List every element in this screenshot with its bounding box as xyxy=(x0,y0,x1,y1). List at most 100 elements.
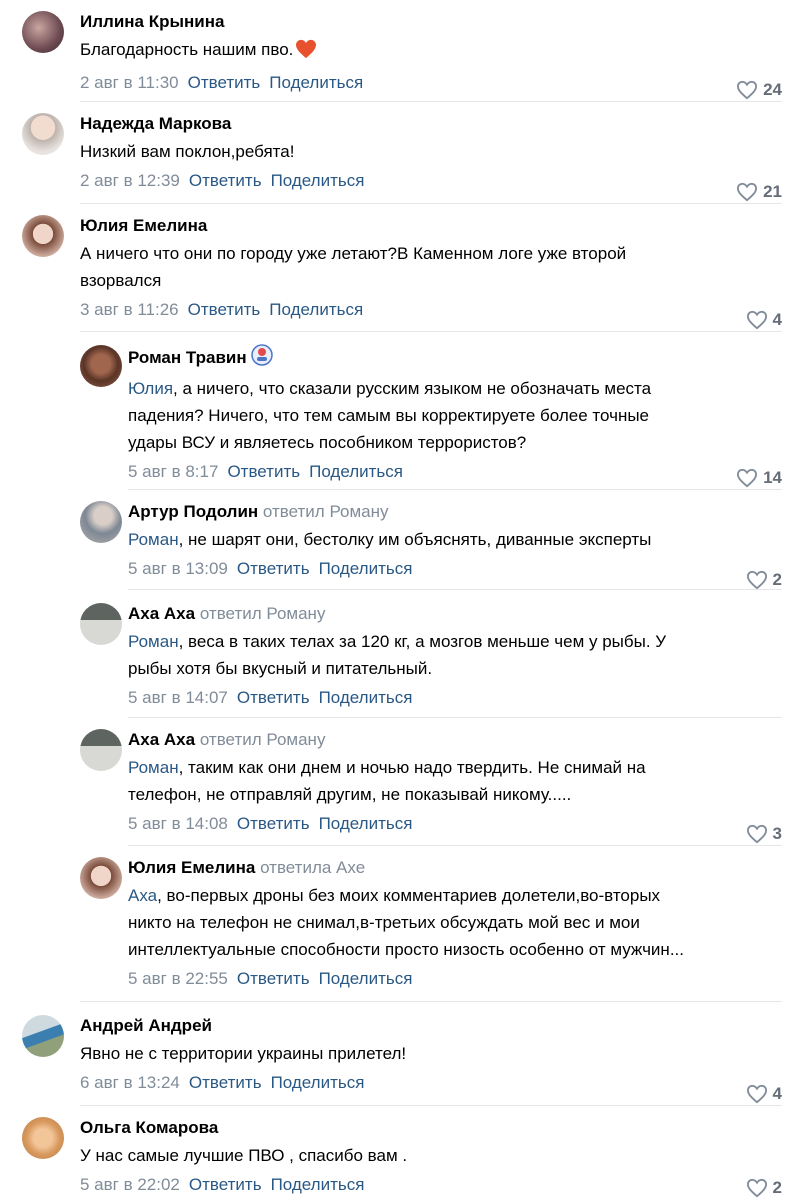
comment-author[interactable]: Аха Аха xyxy=(128,730,195,749)
mention-link[interactable]: Аха xyxy=(128,886,157,905)
esteem-badge-icon xyxy=(250,344,273,373)
reply-link[interactable]: Ответить xyxy=(237,969,310,988)
like-button[interactable]: 4 xyxy=(746,308,782,332)
comment-meta: 5 авг в 14:07 Ответить Поделиться xyxy=(128,686,782,710)
share-link[interactable]: Поделиться xyxy=(319,969,413,988)
replied-to[interactable]: ответил Роману xyxy=(200,730,326,749)
comment-meta: 5 авг в 14:08 Ответить Поделиться xyxy=(128,812,782,836)
heart-outline-icon xyxy=(737,80,758,100)
like-button[interactable]: 4 xyxy=(746,1082,782,1106)
divider xyxy=(80,1001,782,1002)
comment-meta: 5 авг в 8:17 Ответить Поделиться xyxy=(128,460,782,484)
like-button[interactable]: 24 xyxy=(736,78,782,102)
comment-text: Благодарность нашим пво. xyxy=(80,36,782,67)
reply-link[interactable]: Ответить xyxy=(237,814,310,833)
comment-date[interactable]: 5 авг в 22:02 xyxy=(80,1175,180,1194)
comment: Ольга Комарова У нас самые лучшие ПВО , … xyxy=(0,1106,806,1200)
avatar[interactable] xyxy=(22,1015,64,1057)
comment-author[interactable]: Юлия Емелина xyxy=(128,858,255,877)
comment-author[interactable]: Роман Травин xyxy=(128,348,247,367)
comment-date[interactable]: 6 авг в 13:24 xyxy=(80,1073,180,1092)
avatar[interactable] xyxy=(22,215,64,257)
comment-meta: 5 авг в 22:55 Ответить Поделиться xyxy=(128,967,782,991)
like-button[interactable]: 14 xyxy=(736,466,782,490)
reply-link[interactable]: Ответить xyxy=(237,688,310,707)
heart-outline-icon xyxy=(737,468,758,488)
comment-date[interactable]: 3 авг в 11:26 xyxy=(80,300,179,319)
like-count: 4 xyxy=(772,1084,782,1103)
avatar[interactable] xyxy=(22,113,64,155)
comment-text: Роман, веса в таких телах за 120 кг, а м… xyxy=(128,632,667,678)
like-count: 4 xyxy=(772,310,782,329)
divider xyxy=(80,331,782,332)
comment-author[interactable]: Аха Аха xyxy=(128,604,195,623)
avatar[interactable] xyxy=(22,11,64,53)
comment: Андрей Андрей Явно не с территории украи… xyxy=(0,1004,806,1106)
mention-link[interactable]: Юлия xyxy=(128,379,173,398)
avatar[interactable] xyxy=(80,345,122,387)
avatar[interactable] xyxy=(80,857,122,899)
reply-link[interactable]: Ответить xyxy=(188,300,261,319)
like-button[interactable]: 21 xyxy=(736,180,782,204)
reply-link[interactable]: Ответить xyxy=(237,559,310,578)
avatar[interactable] xyxy=(80,603,122,645)
comment: Иллина Крынина Благодарность нашим пво. … xyxy=(0,0,806,102)
avatar[interactable] xyxy=(80,501,122,543)
comment: Юлия Емелина А ничего что они по городу … xyxy=(0,204,806,332)
share-link[interactable]: Поделиться xyxy=(271,1175,365,1194)
like-button[interactable]: 2 xyxy=(746,1176,782,1200)
heart-outline-icon xyxy=(746,1178,767,1198)
comment-author[interactable]: Артур Подолин xyxy=(128,502,258,521)
like-button[interactable]: 3 xyxy=(746,822,782,846)
share-link[interactable]: Поделиться xyxy=(269,300,363,319)
like-count: 24 xyxy=(763,80,782,99)
comment-author[interactable]: Надежда Маркова xyxy=(80,114,231,133)
comment-author[interactable]: Ольга Комарова xyxy=(80,1118,218,1137)
comment-date[interactable]: 2 авг в 12:39 xyxy=(80,171,180,190)
orange-heart-icon xyxy=(295,39,317,67)
comment: Роман Травин Юлия, а ничего, что сказали… xyxy=(0,334,806,490)
heart-outline-icon xyxy=(746,570,767,590)
share-link[interactable]: Поделиться xyxy=(269,73,363,92)
avatar[interactable] xyxy=(22,1117,64,1159)
mention-link[interactable]: Роман xyxy=(128,530,179,549)
share-link[interactable]: Поделиться xyxy=(309,462,403,481)
divider xyxy=(128,589,782,590)
comment-date[interactable]: 5 авг в 8:17 xyxy=(128,462,218,481)
mention-link[interactable]: Роман xyxy=(128,758,179,777)
comment-text: Явно не с территории украины прилетел! xyxy=(80,1044,407,1063)
heart-outline-icon xyxy=(746,824,767,844)
comment-meta: 5 авг в 22:02 Ответить Поделиться xyxy=(80,1173,782,1197)
reply-link[interactable]: Ответить xyxy=(189,171,262,190)
heart-outline-icon xyxy=(737,182,758,202)
reply-link[interactable]: Ответить xyxy=(188,73,261,92)
comment-author[interactable]: Иллина Крынина xyxy=(80,12,224,31)
like-count: 21 xyxy=(763,182,782,201)
share-link[interactable]: Поделиться xyxy=(271,171,365,190)
replied-to[interactable]: ответила Ахе xyxy=(260,858,365,877)
like-count: 3 xyxy=(772,824,782,843)
comment-date[interactable]: 5 авг в 13:09 xyxy=(128,559,228,578)
reply-link[interactable]: Ответить xyxy=(189,1073,262,1092)
share-link[interactable]: Поделиться xyxy=(271,1073,365,1092)
reply-link[interactable]: Ответить xyxy=(227,462,300,481)
comment-text: Аха, во-первых дроны без моих комментари… xyxy=(128,886,684,959)
reply-link[interactable]: Ответить xyxy=(189,1175,262,1194)
comment: Юлия Емелина ответила Ахе Аха, во-первых… xyxy=(0,846,806,1002)
share-link[interactable]: Поделиться xyxy=(319,814,413,833)
comment-meta: 3 авг в 11:26 Ответить Поделиться xyxy=(80,298,782,322)
comment-date[interactable]: 5 авг в 22:55 xyxy=(128,969,228,988)
share-link[interactable]: Поделиться xyxy=(319,688,413,707)
avatar[interactable] xyxy=(80,729,122,771)
replied-to[interactable]: ответил Роману xyxy=(263,502,389,521)
comment: Артур Подолин ответил Роману Роман, не ш… xyxy=(0,490,806,590)
comment-author[interactable]: Андрей Андрей xyxy=(80,1016,212,1035)
mention-link[interactable]: Роман xyxy=(128,632,179,651)
replied-to[interactable]: ответил Роману xyxy=(200,604,326,623)
comment-date[interactable]: 5 авг в 14:08 xyxy=(128,814,228,833)
comment-date[interactable]: 2 авг в 11:30 xyxy=(80,73,179,92)
share-link[interactable]: Поделиться xyxy=(319,559,413,578)
comment-date[interactable]: 5 авг в 14:07 xyxy=(128,688,228,707)
comment-author[interactable]: Юлия Емелина xyxy=(80,216,207,235)
comment-meta: 5 авг в 13:09 Ответить Поделиться xyxy=(128,557,782,581)
